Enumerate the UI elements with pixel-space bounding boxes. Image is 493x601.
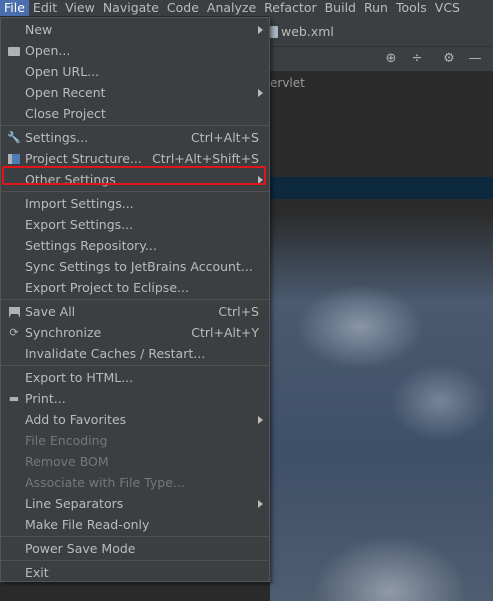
- menu-item-import-settings[interactable]: Import Settings...: [1, 193, 269, 214]
- menu-item-label: Settings...: [25, 130, 89, 145]
- editor-tab-label: web.xml: [281, 24, 334, 39]
- menu-item-open[interactable]: Open...: [1, 40, 269, 61]
- menu-item-label: Export Project to Eclipse...: [25, 280, 189, 295]
- collapse-all-icon[interactable]: ÷: [408, 50, 426, 68]
- menu-item-label: Synchronize: [25, 325, 102, 340]
- menu-item-label: Close Project: [25, 106, 106, 121]
- menu-item-open-url[interactable]: Open URL...: [1, 61, 269, 82]
- menu-item-associate-file-type: Associate with File Type...: [1, 472, 269, 493]
- project-panel: ervlet: [270, 72, 493, 601]
- save-icon: [7, 305, 21, 319]
- tree-selected-row[interactable]: [270, 177, 493, 199]
- menu-item-shortcut: Ctrl+Alt+S: [190, 130, 259, 145]
- menu-edit[interactable]: Edit: [29, 0, 61, 16]
- menu-item-shortcut: Ctrl+S: [218, 304, 259, 319]
- menu-item-label: Sync Settings to JetBrains Account...: [25, 259, 253, 274]
- menu-item-label: Invalidate Caches / Restart...: [25, 346, 206, 361]
- hide-icon[interactable]: —: [466, 50, 484, 68]
- menu-item-shortcut: Ctrl+Alt+Y: [191, 325, 259, 340]
- submenu-arrow-icon: [258, 416, 263, 424]
- menu-build[interactable]: Build: [321, 0, 360, 16]
- editor-tab-row: web.xml: [270, 16, 493, 47]
- menu-item-label: Power Save Mode: [25, 541, 136, 556]
- menu-item-power-save[interactable]: Power Save Mode: [1, 538, 269, 559]
- menu-item-label: Open...: [25, 43, 71, 58]
- printer-icon: ▬: [8, 392, 20, 405]
- menu-item-label: Export to HTML...: [25, 370, 134, 385]
- menu-item-label: Settings Repository...: [25, 238, 157, 253]
- menu-item-label: Export Settings...: [25, 217, 134, 232]
- folder-icon: [7, 44, 21, 58]
- editor-tab-web-xml[interactable]: web.xml: [270, 24, 334, 39]
- menu-item-remove-bom: Remove BOM: [1, 451, 269, 472]
- menu-item-label: Make File Read-only: [25, 517, 150, 532]
- gear-icon[interactable]: ⚙: [440, 50, 458, 68]
- menu-separator: [1, 125, 269, 126]
- menu-item-export-eclipse[interactable]: Export Project to Eclipse...: [1, 277, 269, 298]
- menu-item-label: Add to Favorites: [25, 412, 127, 427]
- menu-navigate[interactable]: Navigate: [99, 0, 163, 16]
- menu-file[interactable]: File: [0, 0, 29, 16]
- menu-item-label: Exit: [25, 565, 49, 580]
- menu-item-label: Import Settings...: [25, 196, 134, 211]
- menu-item-exit[interactable]: Exit: [1, 562, 269, 583]
- menu-item-label: Open URL...: [25, 64, 100, 79]
- menu-run[interactable]: Run: [360, 0, 392, 16]
- menu-item-export-settings[interactable]: Export Settings...: [1, 214, 269, 235]
- submenu-arrow-icon: [258, 89, 263, 97]
- menu-item-label: New: [25, 22, 53, 37]
- menu-item-label: Save All: [25, 304, 76, 319]
- menu-separator: [1, 365, 269, 366]
- menu-bar: File Edit View Navigate Code Analyze Ref…: [0, 0, 493, 16]
- menu-item-label: Remove BOM: [25, 454, 109, 469]
- menu-item-label: Line Separators: [25, 496, 124, 511]
- menu-item-save-all[interactable]: Save All Ctrl+S: [1, 301, 269, 322]
- locate-icon[interactable]: ⊕: [382, 50, 400, 68]
- project-structure-icon: [7, 152, 21, 166]
- submenu-arrow-icon: [258, 500, 263, 508]
- menu-item-settings[interactable]: 🔧 Settings... Ctrl+Alt+S: [1, 127, 269, 148]
- menu-item-sync-settings[interactable]: Sync Settings to JetBrains Account...: [1, 256, 269, 277]
- wrench-icon: 🔧: [7, 131, 21, 144]
- menu-item-label: File Encoding: [25, 433, 108, 448]
- highlight-box: [2, 166, 266, 185]
- menu-item-settings-repository[interactable]: Settings Repository...: [1, 235, 269, 256]
- menu-item-invalidate-caches[interactable]: Invalidate Caches / Restart...: [1, 343, 269, 364]
- xml-file-icon: [270, 25, 278, 38]
- menu-item-print[interactable]: ▬ Print...: [1, 388, 269, 409]
- refresh-icon: ⟳: [9, 326, 19, 339]
- menu-item-label: Print...: [25, 391, 66, 406]
- menu-view[interactable]: View: [61, 0, 99, 16]
- menu-item-close-project[interactable]: Close Project: [1, 103, 269, 124]
- menu-item-line-separators[interactable]: Line Separators: [1, 493, 269, 514]
- menu-vcs[interactable]: VCS: [431, 0, 464, 16]
- menu-separator: [1, 536, 269, 537]
- menu-item-new[interactable]: New: [1, 19, 269, 40]
- menu-item-label: Associate with File Type...: [25, 475, 185, 490]
- menu-separator: [1, 191, 269, 192]
- tree-item-servlet[interactable]: ervlet: [270, 76, 305, 90]
- menu-separator: [1, 560, 269, 561]
- menu-item-file-encoding: File Encoding: [1, 430, 269, 451]
- menu-item-synchronize[interactable]: ⟳ Synchronize Ctrl+Alt+Y: [1, 322, 269, 343]
- menu-refactor[interactable]: Refactor: [260, 0, 320, 16]
- menu-item-make-readonly[interactable]: Make File Read-only: [1, 514, 269, 535]
- project-tool-header: ⊕ ÷ ⚙ —: [270, 47, 493, 71]
- menu-item-export-html[interactable]: Export to HTML...: [1, 367, 269, 388]
- menu-analyze[interactable]: Analyze: [203, 0, 260, 16]
- menu-item-label: Open Recent: [25, 85, 106, 100]
- background-image: [270, 72, 493, 601]
- menu-code[interactable]: Code: [163, 0, 203, 16]
- menu-separator: [1, 299, 269, 300]
- submenu-arrow-icon: [258, 26, 263, 34]
- menu-item-add-favorites[interactable]: Add to Favorites: [1, 409, 269, 430]
- menu-tools[interactable]: Tools: [392, 0, 431, 16]
- menu-item-open-recent[interactable]: Open Recent: [1, 82, 269, 103]
- file-menu-dropdown: New Open... Open URL... Open Recent Clos…: [0, 17, 270, 582]
